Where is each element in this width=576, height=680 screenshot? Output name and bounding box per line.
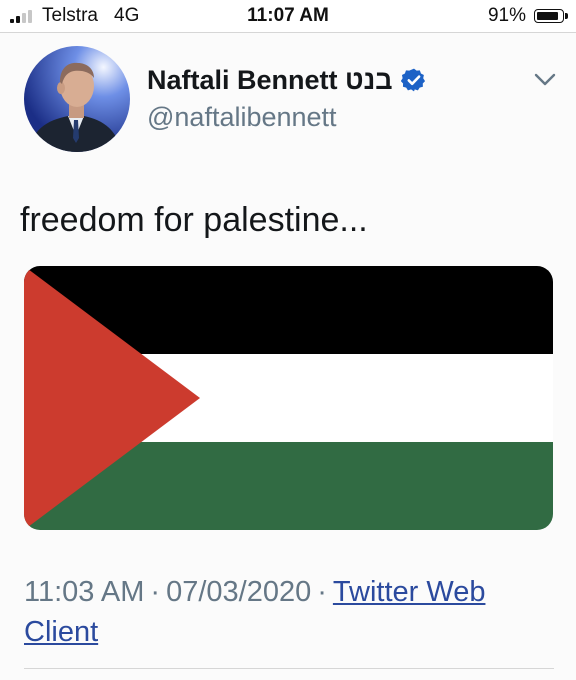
verified-badge-icon <box>400 68 425 92</box>
battery-icon <box>534 9 568 23</box>
tweet-text: freedom for palestine... <box>20 201 368 239</box>
status-bar: Telstra 4G 11:07 AM 91% <box>0 0 576 33</box>
chevron-down-icon[interactable] <box>533 70 557 90</box>
divider <box>24 668 554 669</box>
display-name-row[interactable]: Naftali Bennett בנט <box>147 60 427 100</box>
tweet-meta: 11:03 AM · 07/03/2020 · Twitter Web Client <box>24 572 554 652</box>
battery-percentage: 91% <box>487 5 526 26</box>
tweet-screen: Telstra 4G 11:07 AM 91% Naftali Bennett … <box>0 0 576 680</box>
tweet-media-image[interactable] <box>24 266 553 530</box>
tweet-time[interactable]: 11:03 AM <box>24 576 144 608</box>
display-name[interactable]: Naftali Bennett בנט <box>147 65 393 96</box>
user-handle[interactable]: @naftalibennett <box>147 102 337 133</box>
palestinian-flag-image <box>24 266 553 530</box>
tweet-date[interactable]: 07/03/2020 <box>166 576 311 608</box>
meta-separator: · <box>150 576 161 608</box>
meta-separator: · <box>317 576 327 608</box>
avatar[interactable] <box>24 46 130 152</box>
